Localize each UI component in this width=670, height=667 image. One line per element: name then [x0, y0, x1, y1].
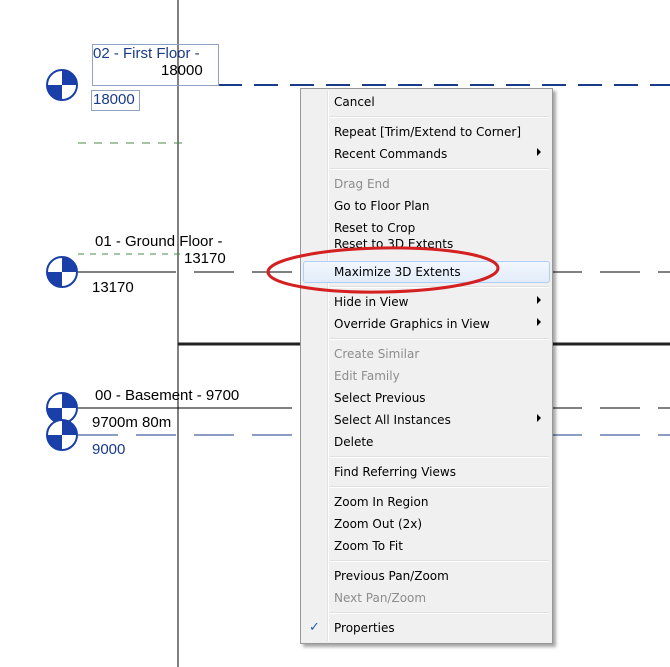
menu-item-select-all-instances[interactable]: Select All Instances	[303, 409, 550, 431]
menu-separator	[330, 612, 549, 614]
menu-item-previous-pan-zoom[interactable]: Previous Pan/Zoom	[303, 565, 550, 587]
menu-separator	[330, 168, 549, 170]
context-menu: Cancel Repeat [Trim/Extend to Corner] Re…	[300, 88, 553, 644]
menu-item-hide-in-view[interactable]: Hide in View	[303, 291, 550, 313]
submenu-arrow-icon	[537, 318, 541, 326]
menu-item-reset-to-3d-extents[interactable]: Reset to 3D Extents	[303, 237, 550, 261]
menu-separator	[330, 338, 549, 340]
menu-item-zoom-out[interactable]: Zoom Out (2x)	[303, 513, 550, 535]
first-floor-name[interactable]: 02 - First Floor -	[93, 45, 200, 62]
menu-item-zoom-to-fit[interactable]: Zoom To Fit	[303, 535, 550, 557]
menu-separator	[330, 116, 549, 118]
menu-item-label: Zoom Out (2x)	[334, 517, 423, 531]
basement-elevation[interactable]: 9700m 80m	[92, 414, 171, 431]
menu-item-select-previous[interactable]: Select Previous	[303, 387, 550, 409]
submenu-arrow-icon	[537, 296, 541, 304]
menu-item-label: Hide in View	[334, 295, 409, 309]
submenu-arrow-icon	[537, 148, 541, 156]
menu-item-label: Delete	[334, 435, 374, 449]
lower-level-head-icon[interactable]	[46, 419, 78, 451]
menu-item-label: Create Similar	[334, 347, 420, 361]
menu-item-properties[interactable]: ✓ Properties	[303, 617, 550, 639]
menu-item-label: Go to Floor Plan	[334, 199, 430, 213]
ground-floor-level-head-icon[interactable]	[46, 256, 78, 288]
menu-item-create-similar: Create Similar	[303, 343, 550, 365]
checkmark-icon: ✓	[309, 620, 320, 635]
lower-level-elevation[interactable]: 9000	[92, 441, 125, 458]
basement-name[interactable]: 00 - Basement - 9700	[95, 387, 239, 404]
menu-item-next-pan-zoom: Next Pan/Zoom	[303, 587, 550, 609]
menu-item-label: Reset to 3D Extents	[334, 237, 454, 251]
menu-item-go-to-floor-plan[interactable]: Go to Floor Plan	[303, 195, 550, 217]
menu-item-find-referring-views[interactable]: Find Referring Views	[303, 461, 550, 483]
menu-item-reset-to-crop[interactable]: Reset to Crop	[303, 217, 550, 239]
menu-item-cancel[interactable]: Cancel	[303, 91, 550, 113]
menu-item-override-graphics[interactable]: Override Graphics in View	[303, 313, 550, 335]
menu-item-drag-end: Drag End	[303, 173, 550, 195]
menu-item-label: Drag End	[334, 177, 390, 191]
menu-separator	[330, 456, 549, 458]
menu-item-label: Recent Commands	[334, 147, 448, 161]
menu-separator	[330, 286, 549, 288]
menu-item-label: Maximize 3D Extents	[334, 265, 461, 279]
menu-separator	[330, 486, 549, 488]
menu-separator	[330, 560, 549, 562]
menu-item-edit-family: Edit Family	[303, 365, 550, 387]
menu-item-recent-commands[interactable]: Recent Commands	[303, 143, 550, 165]
first-floor-elevation-top[interactable]: 18000	[161, 62, 203, 79]
menu-item-label: Select Previous	[334, 391, 426, 405]
menu-item-label: Select All Instances	[334, 413, 451, 427]
ground-floor-elevation[interactable]: 13170	[92, 279, 134, 296]
first-floor-elevation[interactable]: 18000	[93, 91, 135, 108]
menu-item-label: Reset to Crop	[334, 221, 416, 235]
menu-item-label: Zoom To Fit	[334, 539, 403, 553]
menu-item-label: Repeat [Trim/Extend to Corner]	[334, 125, 522, 139]
menu-item-label: Properties	[334, 621, 395, 635]
menu-item-label: Edit Family	[334, 369, 400, 383]
menu-item-label: Override Graphics in View	[334, 317, 490, 331]
menu-item-label: Previous Pan/Zoom	[334, 569, 449, 583]
ground-floor-elevation-top[interactable]: 13170	[184, 250, 226, 267]
menu-item-label: Cancel	[334, 95, 375, 109]
menu-item-maximize-3d-extents[interactable]: Maximize 3D Extents	[303, 261, 550, 283]
menu-item-repeat[interactable]: Repeat [Trim/Extend to Corner]	[303, 121, 550, 143]
menu-item-delete[interactable]: Delete	[303, 431, 550, 453]
menu-item-zoom-in-region[interactable]: Zoom In Region	[303, 491, 550, 513]
menu-item-label: Next Pan/Zoom	[334, 591, 427, 605]
ground-floor-name[interactable]: 01 - Ground Floor -	[95, 233, 223, 250]
menu-item-label: Zoom In Region	[334, 495, 429, 509]
submenu-arrow-icon	[537, 414, 541, 422]
first-floor-level-head-icon[interactable]	[46, 69, 78, 101]
basement-level-head-icon[interactable]	[46, 392, 78, 424]
menu-item-label: Find Referring Views	[334, 465, 456, 479]
